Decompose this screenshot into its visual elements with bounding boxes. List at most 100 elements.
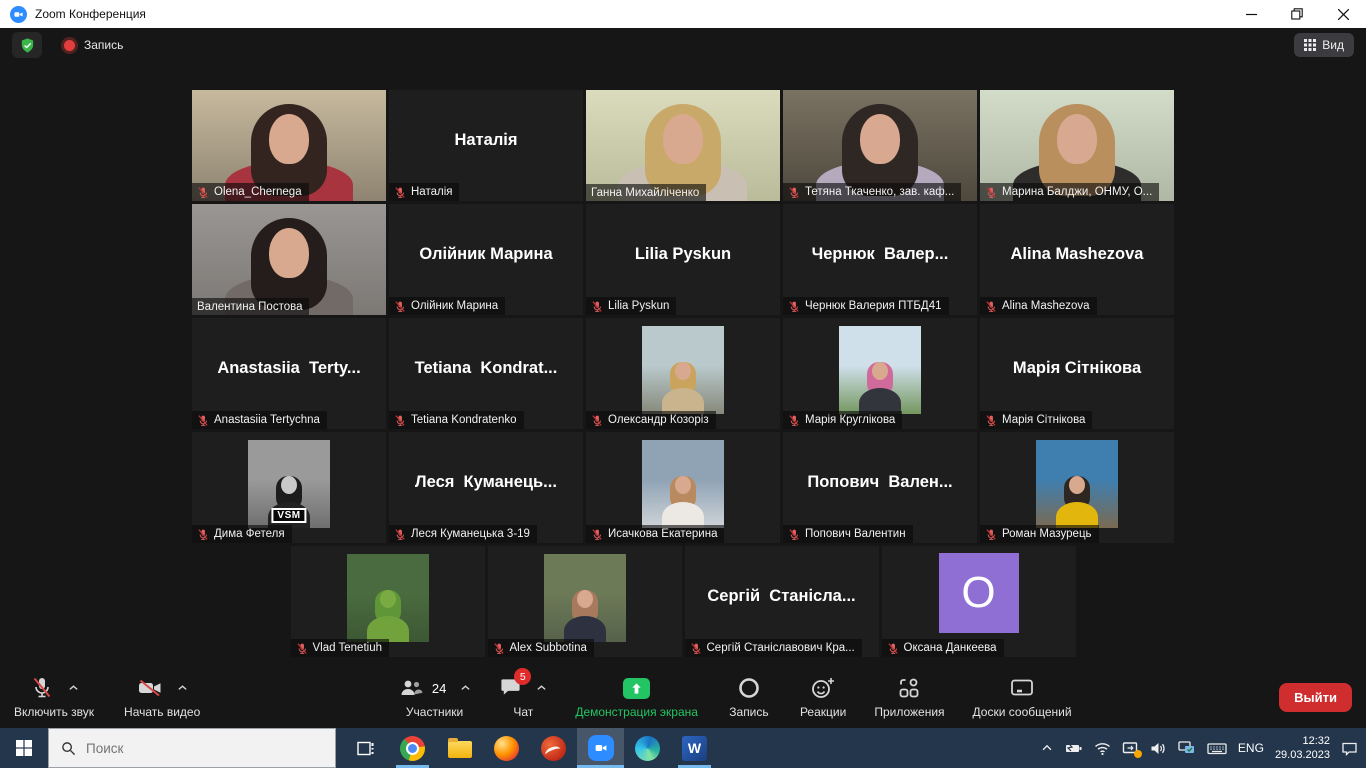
participant-name-label: Olena_Chernega: [192, 183, 309, 201]
file-explorer-icon: [448, 741, 472, 758]
apps-button[interactable]: Приложения: [874, 675, 944, 719]
participant-tile[interactable]: Исачкова Екатерина: [586, 432, 780, 543]
cast-status-icon[interactable]: [1122, 741, 1139, 756]
participant-tile[interactable]: Марія Круглікова: [783, 318, 977, 429]
whiteboards-button[interactable]: Доски сообщений: [973, 675, 1072, 719]
reactions-button[interactable]: Реакции: [800, 675, 846, 719]
taskbar-search[interactable]: [48, 728, 336, 768]
participant-tile[interactable]: Olena_Chernega: [192, 90, 386, 201]
taskbar-word-button[interactable]: W: [671, 728, 718, 768]
security-shield-icon[interactable]: [12, 32, 42, 58]
participant-name-label: Lilia Pyskun: [586, 297, 676, 315]
participant-tile[interactable]: Anastasiia Terty...Anastasiia Tertychna: [192, 318, 386, 429]
view-button[interactable]: Вид: [1294, 33, 1354, 57]
participant-tile[interactable]: Vlad Tenetiuh: [291, 546, 485, 657]
participant-tile[interactable]: Роман Мазурець: [980, 432, 1174, 543]
search-icon: [61, 741, 76, 756]
clock-date: 29.03.2023: [1275, 749, 1330, 761]
participant-display-name: Чернюк Валер...: [783, 204, 977, 305]
restore-button[interactable]: [1274, 0, 1320, 28]
participant-name-text: Марія Круглікова: [805, 414, 895, 426]
participant-tile[interactable]: Марія СітніковаМарія Сітнікова: [980, 318, 1174, 429]
participant-name-text: Олександр Козоріз: [608, 414, 709, 426]
record-button[interactable]: Запись: [726, 675, 772, 719]
participant-tile[interactable]: Lilia PyskunLilia Pyskun: [586, 204, 780, 315]
chevron-up-icon[interactable]: [460, 684, 471, 692]
participants-button[interactable]: 24 Участники: [398, 675, 471, 719]
window-title: Zoom Конференция: [35, 7, 146, 21]
participant-tile[interactable]: НаталіяНаталія: [389, 90, 583, 201]
search-input[interactable]: [86, 741, 286, 756]
participant-tile[interactable]: Ганна Михайліченко: [586, 90, 780, 201]
reactions-icon: [810, 676, 836, 700]
taskbar-firefox-button[interactable]: [483, 728, 530, 768]
unmute-button[interactable]: Включить звук: [14, 675, 94, 719]
participant-tile[interactable]: VSMДима Фетеля: [192, 432, 386, 543]
start-button[interactable]: [0, 728, 48, 768]
battery-icon[interactable]: [1065, 740, 1083, 756]
taskbar-chrome-button[interactable]: [389, 728, 436, 768]
participant-name-label: Чернюк Валерия ПТБД41: [783, 297, 949, 315]
muted-mic-icon: [394, 414, 406, 427]
participant-name-text: Ганна Михайліченко: [591, 187, 699, 199]
participant-tile[interactable]: Леся Куманець...Леся Куманецька 3-19: [389, 432, 583, 543]
participant-tile[interactable]: Олійник МаринаОлійник Марина: [389, 204, 583, 315]
close-button[interactable]: [1320, 0, 1366, 28]
language-indicator[interactable]: ENG: [1238, 741, 1264, 755]
chevron-up-icon[interactable]: [536, 684, 547, 692]
participant-tile[interactable]: Попович Вален...Попович Валентин: [783, 432, 977, 543]
participant-name-text: Чернюк Валерия ПТБД41: [805, 300, 942, 312]
participant-name-label: Наталія: [389, 183, 459, 201]
muted-mic-icon: [591, 300, 603, 313]
chevron-up-icon[interactable]: [68, 684, 79, 692]
recording-indicator[interactable]: Запись: [64, 38, 123, 52]
minimize-button[interactable]: [1228, 0, 1274, 28]
action-center-icon[interactable]: [1341, 741, 1358, 756]
taskbar-task-view-button[interactable]: [342, 728, 389, 768]
taskbar-edge-button[interactable]: [624, 728, 671, 768]
keyboard-icon[interactable]: [1207, 741, 1227, 756]
chat-button[interactable]: 5 Чат: [499, 675, 547, 719]
participant-tile[interactable]: Тетяна Ткаченко, зав. каф...: [783, 90, 977, 201]
participant-tile[interactable]: Марина Балджи, ОНМУ, О...: [980, 90, 1174, 201]
participant-tile[interactable]: Сергій Станісла...Сергій Станіславович К…: [685, 546, 879, 657]
participant-name-label: Исачкова Екатерина: [586, 525, 724, 543]
muted-mic-icon: [985, 186, 997, 199]
share-screen-button[interactable]: Демонстрация экрана: [575, 675, 698, 719]
taskbar-clock[interactable]: 12:32 29.03.2023: [1275, 734, 1330, 763]
chat-label: Чат: [513, 705, 533, 719]
leave-button[interactable]: Выйти: [1279, 683, 1352, 712]
volume-icon[interactable]: [1150, 741, 1167, 756]
participant-name-text: Марія Сітнікова: [1002, 414, 1085, 426]
record-icon: [737, 676, 761, 700]
grid-view-icon: [1304, 39, 1316, 51]
whiteboard-icon: [1009, 676, 1035, 700]
participant-tile[interactable]: Alex Subbotina: [488, 546, 682, 657]
wifi-icon[interactable]: [1094, 741, 1111, 756]
participant-name-label: Марія Круглікова: [783, 411, 902, 429]
participant-avatar-photo: [839, 326, 921, 414]
share-screen-label: Демонстрация экрана: [575, 705, 698, 719]
participant-name-label: Alex Subbotina: [488, 639, 594, 657]
participant-tile[interactable]: Олександр Козоріз: [586, 318, 780, 429]
participant-display-name: Lilia Pyskun: [586, 204, 780, 305]
chevron-up-icon[interactable]: [177, 684, 188, 692]
taskbar-ccleaner-button[interactable]: [530, 728, 577, 768]
taskbar-file-explorer-button[interactable]: [436, 728, 483, 768]
muted-mic-icon: [394, 528, 406, 541]
participants-label: Участники: [406, 705, 463, 719]
participant-name-text: Olena_Chernega: [214, 186, 302, 198]
participant-tile[interactable]: Валентина Постова: [192, 204, 386, 315]
participant-tile[interactable]: Tetiana Kondrat...Tetiana Kondratenko: [389, 318, 583, 429]
participant-name-label: Тетяна Ткаченко, зав. каф...: [783, 183, 961, 201]
start-video-button[interactable]: Начать видео: [124, 675, 200, 719]
taskbar-zoom-button[interactable]: [577, 728, 624, 768]
participant-tile[interactable]: Alina MashezovaAlina Mashezova: [980, 204, 1174, 315]
muted-mic-icon: [985, 414, 997, 427]
participant-tile[interactable]: OОксана Данкеева: [882, 546, 1076, 657]
apps-icon: [897, 676, 921, 700]
participant-avatar-photo: VSM: [248, 440, 330, 528]
participant-tile[interactable]: Чернюк Валер...Чернюк Валерия ПТБД41: [783, 204, 977, 315]
tray-chevron-up-icon[interactable]: [1040, 741, 1054, 755]
display-devices-icon[interactable]: [1178, 740, 1196, 756]
